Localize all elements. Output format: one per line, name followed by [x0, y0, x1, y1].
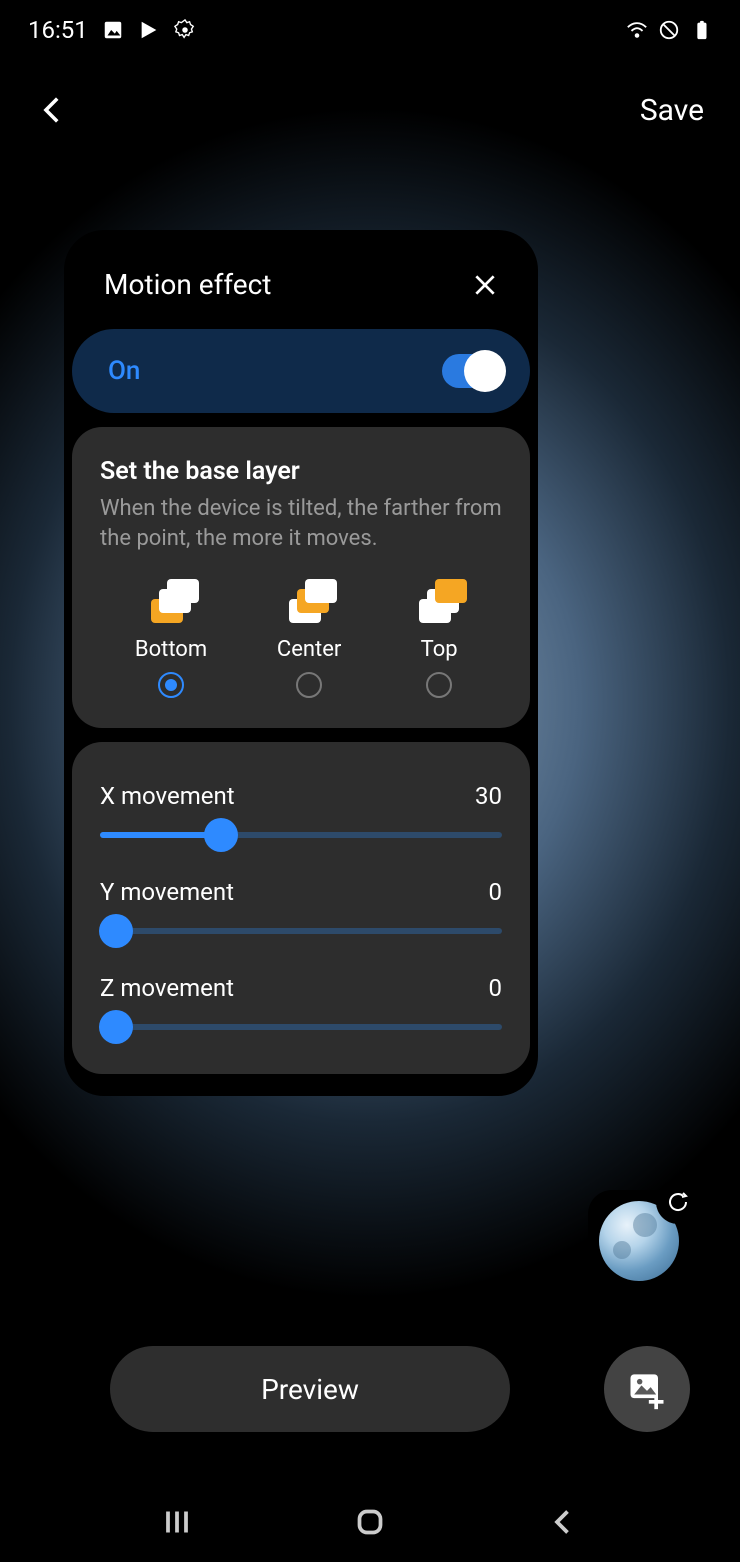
slider-y-label: Y movement	[100, 878, 234, 906]
save-button[interactable]: Save	[640, 93, 704, 128]
base-layer-title: Set the base layer	[100, 457, 502, 486]
radio-center[interactable]	[296, 672, 322, 698]
toggle-switch[interactable]	[442, 354, 504, 388]
layer-options: Bottom Center Top	[100, 577, 502, 698]
slider-x-value: 30	[475, 782, 502, 810]
wifi-icon	[626, 19, 648, 41]
radio-bottom[interactable]	[158, 672, 184, 698]
back-icon[interactable]	[36, 93, 70, 127]
nav-bar	[0, 1482, 740, 1562]
slider-x-track[interactable]	[100, 832, 502, 838]
slider-z-value: 0	[489, 974, 503, 1002]
motion-effect-card: Motion effect On Set the base layer When…	[64, 230, 538, 1096]
radio-top[interactable]	[426, 672, 452, 698]
layer-bottom-icon	[143, 577, 199, 627]
status-time: 16:51	[28, 16, 88, 44]
slider-x: X movement 30	[100, 782, 502, 838]
photo-icon	[102, 19, 124, 41]
slider-z-label: Z movement	[100, 974, 234, 1002]
no-sim-icon	[658, 19, 680, 41]
slider-y: Y movement 0	[100, 878, 502, 934]
layer-label: Top	[421, 637, 458, 662]
layer-option-top[interactable]: Top	[411, 577, 467, 698]
layer-label: Bottom	[135, 637, 207, 662]
nav-back-icon[interactable]	[545, 1504, 581, 1540]
status-left: 16:51	[28, 16, 196, 44]
toggle-label: On	[108, 356, 140, 386]
slider-x-label: X movement	[100, 782, 235, 810]
status-right	[626, 19, 712, 41]
card-title: Motion effect	[104, 268, 271, 301]
preview-button[interactable]: Preview	[110, 1346, 510, 1432]
play-icon	[138, 19, 160, 41]
refresh-icon	[666, 1190, 690, 1214]
recents-icon[interactable]	[159, 1504, 195, 1540]
header: Save	[0, 80, 740, 140]
layer-option-bottom[interactable]: Bottom	[135, 577, 207, 698]
slider-y-track[interactable]	[100, 928, 502, 934]
gear-icon	[174, 19, 196, 41]
toggle-row[interactable]: On	[72, 329, 530, 413]
layer-center-icon	[281, 577, 337, 627]
base-layer-panel: Set the base layer When the device is ti…	[72, 427, 530, 728]
moon-thumbnail[interactable]	[588, 1190, 690, 1292]
refresh-overlay[interactable]	[656, 1180, 700, 1224]
add-image-button[interactable]	[604, 1346, 690, 1432]
slider-z-track[interactable]	[100, 1024, 502, 1030]
close-icon[interactable]	[472, 272, 498, 298]
card-header: Motion effect	[64, 230, 538, 329]
layer-option-center[interactable]: Center	[277, 577, 341, 698]
slider-z: Z movement 0	[100, 974, 502, 1030]
preview-label: Preview	[261, 1373, 359, 1406]
slider-y-value: 0	[489, 878, 503, 906]
battery-icon	[690, 19, 712, 41]
base-layer-desc: When the device is tilted, the farther f…	[100, 494, 502, 553]
layer-label: Center	[277, 637, 341, 662]
sliders-panel: X movement 30 Y movement 0 Z movement 0	[72, 742, 530, 1074]
home-icon[interactable]	[352, 1504, 388, 1540]
layer-top-icon	[411, 577, 467, 627]
status-bar: 16:51	[0, 0, 740, 60]
add-image-icon	[625, 1367, 669, 1411]
